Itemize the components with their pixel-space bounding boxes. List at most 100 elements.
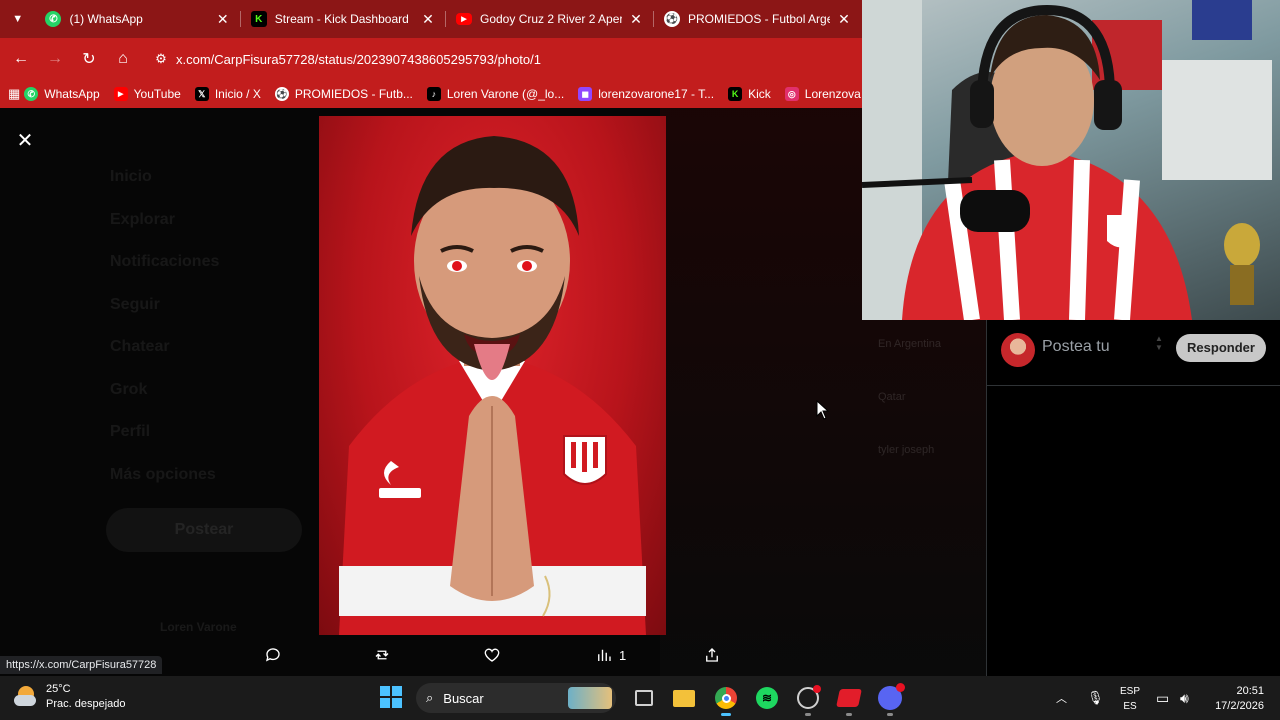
bookmark-tiktok[interactable]: ♪ Loren Varone (@_lo... (426, 87, 564, 101)
app-icon (836, 689, 862, 707)
youtube-icon: ▶ (456, 13, 472, 25)
close-icon[interactable]: ✕ (420, 11, 436, 28)
repost-action[interactable] (373, 642, 391, 668)
bookmark-youtube[interactable]: ▶ YouTube (113, 87, 181, 101)
tab-label: Stream - Kick Dashboard (274, 12, 409, 26)
tab-label: Godoy Cruz 2 River 2 Apertura (480, 12, 622, 26)
file-explorer-button[interactable] (670, 684, 698, 712)
sidebar-item-home: Inicio (110, 168, 152, 185)
network-button[interactable]: ▭ (1156, 676, 1169, 720)
bookmark-x-home[interactable]: 𝕏 Inicio / X (194, 87, 261, 101)
bookmark-label: Inicio / X (214, 87, 261, 101)
weather-desc: Prac. despejado (46, 698, 126, 710)
instagram-icon: ◎ (784, 87, 799, 101)
tab-whatsapp[interactable]: ✆ (1) WhatsApp ✕ (35, 0, 242, 38)
clock-time: 20:51 (1236, 685, 1264, 697)
youtube-icon: ▶ (113, 87, 128, 101)
share-action[interactable] (703, 642, 721, 668)
post-photo[interactable] (319, 116, 666, 635)
trends-dimmed: En Argentina Qatar tyler joseph (878, 338, 986, 456)
x-logo-icon: 𝕏 (194, 87, 209, 101)
language-code: ESP (1119, 686, 1140, 697)
tab-youtube-match[interactable]: ▶ Godoy Cruz 2 River 2 Apertura ✕ (446, 0, 654, 38)
views-action[interactable]: 1 (595, 642, 626, 668)
link-hover-status: https://x.com/CarpFisura57728 (0, 656, 163, 674)
trend-item: En Argentina (878, 338, 941, 350)
reload-button[interactable]: ↻ (72, 42, 106, 76)
volume-button[interactable]: 🔊︎ (1180, 676, 1189, 720)
sidebar-item-explore: Explorar (110, 210, 175, 228)
bookmark-label: PROMIEDOS - Futb... (294, 87, 413, 101)
folder-icon (673, 689, 695, 707)
bookmark-whatsapp[interactable]: ✆ WhatsApp (24, 87, 100, 101)
tab-search-button[interactable]: ▼ (0, 0, 35, 38)
reload-icon: ↻ (82, 51, 96, 68)
tray-overflow-button[interactable]: ︿ (1056, 676, 1067, 720)
search-highlight-image (568, 687, 612, 709)
weather-temp: 25°C (46, 683, 71, 695)
close-icon: ✕ (16, 130, 34, 152)
avatar (1001, 333, 1035, 367)
chrome-icon (715, 687, 737, 709)
address-bar[interactable]: ⚙ x.com/CarpFisura57728/status/202390743… (146, 43, 862, 75)
discord-button[interactable] (876, 683, 905, 716)
bookmark-promiedos[interactable]: ⚽ PROMIEDOS - Futb... (274, 87, 413, 101)
apps-grid-icon[interactable]: ▦ (8, 86, 20, 102)
taskbar-search[interactable]: ⌕ Buscar (416, 683, 616, 713)
obs-icon (797, 685, 821, 709)
comment-icon (265, 648, 280, 662)
reply-composer: Postea tu ▲ ▼ Responder (987, 320, 1280, 386)
microphone-button[interactable]: 🎙︎ (1087, 676, 1104, 720)
close-photo-button[interactable]: ✕ (12, 128, 38, 154)
language-indicator[interactable]: ESP ES (1118, 684, 1142, 714)
reply-input[interactable]: Postea tu (1042, 338, 1110, 356)
account-name-dimmed: Loren Varone (160, 620, 237, 634)
obs-button[interactable] (794, 684, 822, 716)
tab-kick-dashboard[interactable]: K Stream - Kick Dashboard ✕ (241, 0, 447, 38)
bookmark-twitch[interactable]: ◼ lorenzovarone17 - T... (578, 87, 714, 101)
tab-label: PROMIEDOS - Futbol Argentino (688, 12, 830, 26)
close-icon[interactable]: ✕ (628, 11, 644, 28)
close-icon[interactable]: ✕ (215, 11, 231, 28)
post-button-dimmed: Postear (106, 508, 302, 552)
bookmark-kick[interactable]: K Kick (728, 87, 771, 101)
x-photo-viewer: ✕ Inicio Explorar Notificaciones Seguir … (0, 108, 986, 676)
scroll-arrows-icon: ▲ ▼ (1155, 334, 1163, 352)
arrow-right-icon: → (47, 50, 63, 67)
bookmarks-bar: ▦ ✆ WhatsApp ▶ YouTube 𝕏 Inicio / X ⚽ PR… (0, 80, 862, 108)
windows-start-icon[interactable] (380, 686, 402, 708)
weather-widget[interactable]: 25°C Prac. despejado (14, 682, 126, 712)
home-button[interactable]: ⌂ (106, 42, 140, 76)
sidebar-item-profile: Perfil (110, 423, 151, 440)
like-action[interactable] (483, 642, 501, 668)
close-icon[interactable]: ✕ (836, 11, 852, 28)
home-icon: ⌂ (118, 50, 128, 67)
speaker-icon: 🔊︎ (1180, 689, 1189, 706)
forward-button[interactable]: → (38, 42, 72, 76)
reply-button[interactable]: Responder (1176, 334, 1266, 362)
site-info-icon[interactable]: ⚙ (146, 51, 176, 67)
windows-taskbar: 25°C Prac. despejado ⌕ Buscar ≋ ︿ 🎙︎ ESP… (0, 676, 1280, 720)
sidebar-item-grok: Grok (110, 380, 148, 398)
spotify-button[interactable]: ≋ (753, 684, 781, 712)
system-clock[interactable]: 20:51 17/2/2026 (1215, 684, 1264, 714)
partly-cloudy-icon (14, 684, 40, 710)
task-view-button[interactable] (630, 684, 658, 712)
trend-item: Qatar (878, 391, 906, 403)
url-text: x.com/CarpFisura57728/status/20239074386… (176, 51, 541, 67)
whatsapp-icon: ✆ (24, 87, 39, 101)
bookmark-instagram[interactable]: ◎ Lorenzova (784, 87, 861, 101)
reply-panel: Postea tu ▲ ▼ Responder (986, 320, 1280, 676)
bookmark-label: lorenzovarone17 - T... (598, 87, 715, 101)
bookmark-label: WhatsApp (44, 87, 100, 101)
reply-action[interactable] (264, 642, 282, 668)
kick-icon: K (250, 11, 267, 27)
task-view-icon (635, 690, 653, 706)
chrome-button[interactable] (712, 684, 740, 716)
spotify-icon: ≋ (756, 687, 778, 709)
views-count: 1 (619, 647, 627, 663)
back-button[interactable]: ← (4, 42, 38, 76)
tab-promiedos[interactable]: ⚽ PROMIEDOS - Futbol Argentino ✕ (654, 0, 862, 38)
webcam-feed-illustration (862, 0, 1272, 320)
streaming-app-button[interactable] (835, 684, 863, 716)
